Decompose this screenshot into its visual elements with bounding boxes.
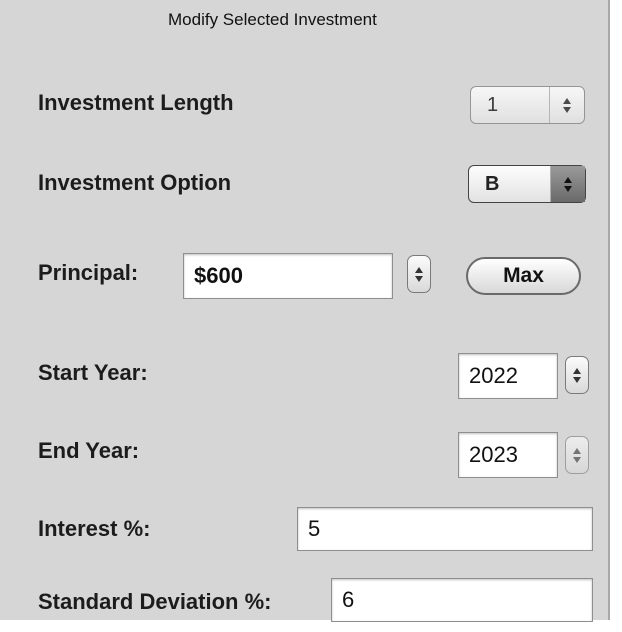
principal-input[interactable]: $600 — [183, 253, 393, 299]
end-year-input[interactable]: 2023 — [458, 432, 558, 478]
max-button[interactable]: Max — [466, 257, 581, 295]
interest-label: Interest %: — [38, 516, 151, 541]
panel-title: Modify Selected Investment — [168, 10, 377, 29]
up-down-arrows-icon — [550, 166, 585, 202]
investment-length-popup[interactable]: 1 — [470, 86, 585, 124]
investment-option-popup[interactable]: B — [468, 165, 586, 203]
std-dev-input[interactable]: 6 — [331, 578, 593, 622]
modify-investment-panel: Modify Selected Investment Investment Le… — [0, 0, 610, 622]
investment-option-label: Investment Option — [38, 170, 232, 195]
std-dev-label: Standard Deviation %: — [38, 589, 272, 614]
end-year-label: End Year: — [38, 438, 140, 463]
principal-stepper[interactable] — [407, 255, 431, 293]
investment-length-label: Investment Length — [38, 90, 234, 115]
investment-length-value: 1 — [487, 93, 499, 116]
start-year-stepper[interactable] — [565, 356, 589, 394]
end-year-stepper[interactable] — [565, 436, 589, 474]
principal-label: Principal: — [38, 260, 139, 285]
investment-option-value: B — [485, 172, 500, 195]
start-year-label: Start Year: — [38, 360, 148, 385]
start-year-input[interactable]: 2022 — [458, 353, 558, 399]
up-down-arrows-icon — [549, 87, 584, 123]
interest-input[interactable]: 5 — [297, 507, 593, 551]
